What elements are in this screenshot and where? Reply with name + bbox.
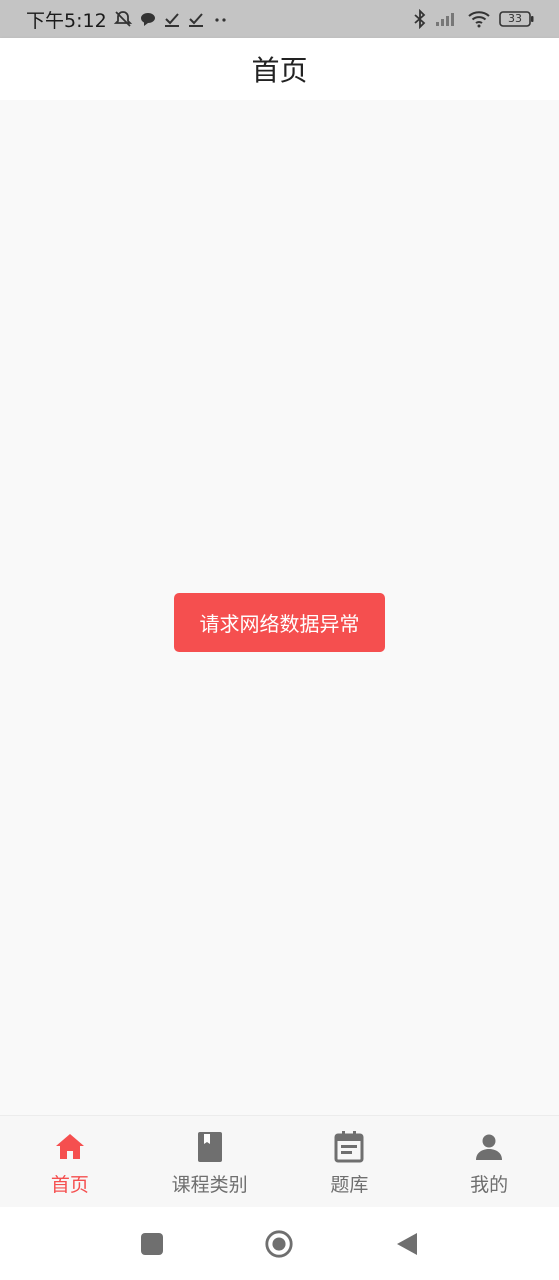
- tab-question-bank[interactable]: 题库: [280, 1116, 420, 1207]
- error-toast: 请求网络数据异常: [174, 593, 385, 652]
- more-dots-icon: [211, 10, 231, 28]
- home-button[interactable]: [264, 1229, 294, 1259]
- home-icon: [53, 1130, 87, 1164]
- status-bar: 下午5:12 33: [0, 0, 559, 38]
- calendar-icon: [332, 1130, 366, 1164]
- checkmark-icon: [163, 10, 181, 28]
- tab-course-category[interactable]: 课程类别: [140, 1116, 280, 1207]
- bell-off-icon: [113, 9, 133, 29]
- tab-mine[interactable]: 我的: [419, 1116, 559, 1207]
- recent-apps-button[interactable]: [137, 1229, 167, 1259]
- status-time: 下午5:12: [26, 9, 107, 32]
- book-icon: [193, 1130, 227, 1164]
- tab-course-category-label: 课程类别: [171, 1174, 248, 1196]
- checkmark-icon: [187, 10, 205, 28]
- tab-home-label: 首页: [50, 1174, 89, 1196]
- bottom-tab-bar: 首页 课程类别 题库 我的: [0, 1115, 559, 1207]
- person-icon: [472, 1130, 506, 1164]
- page-title: 首页: [251, 54, 308, 87]
- chat-bubble-icon: [139, 10, 157, 28]
- tab-mine-label: 我的: [470, 1174, 509, 1196]
- bluetooth-icon: [413, 9, 427, 29]
- back-button[interactable]: [392, 1229, 422, 1259]
- toast-message: 请求网络数据异常: [199, 612, 360, 636]
- wifi-icon: [467, 10, 491, 28]
- tab-home[interactable]: 首页: [0, 1116, 140, 1207]
- app-bar: 首页: [0, 38, 559, 100]
- battery-icon: 33: [499, 10, 535, 28]
- tab-question-bank-label: 题库: [330, 1174, 369, 1196]
- battery-level: 33: [508, 12, 522, 25]
- system-nav-bar: [0, 1207, 559, 1280]
- signal-icon: [435, 11, 459, 27]
